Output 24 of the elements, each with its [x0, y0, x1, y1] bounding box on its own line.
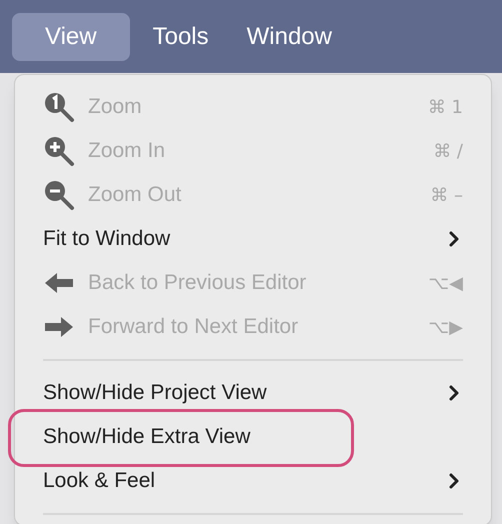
menu-bar-item[interactable]: Tools	[138, 12, 224, 60]
shortcut-label: ⌥◀	[428, 272, 463, 296]
menu-item-label: Back to Previous Editor	[88, 270, 306, 296]
shortcut-label: ⌘ /	[433, 140, 463, 164]
menu-item-label: Look & Feel	[43, 468, 156, 494]
zoom-in-icon	[43, 135, 75, 167]
menu-item-label: Zoom Out	[88, 182, 182, 208]
menu-item-label: Show/Hide Project View	[43, 380, 267, 406]
menu-item[interactable]: Show/Hide Project View	[43, 371, 463, 415]
zoom-out-icon	[43, 179, 75, 211]
menu-bar-item[interactable]: View	[12, 12, 130, 60]
menu-item-label: Show/Hide Extra View	[43, 424, 250, 450]
shortcut-label: ⌥▶	[428, 316, 463, 340]
menu-item[interactable]: Fit to Window	[43, 217, 463, 261]
menu-item[interactable]: Show/Hide Extra View	[43, 415, 463, 459]
shortcut-label: ⌘ –	[430, 184, 463, 208]
menu-bar-item[interactable]: Window	[232, 12, 347, 60]
menu-item-label: Forward to Next Editor	[88, 314, 298, 340]
zoom-actual-size-icon	[43, 91, 75, 123]
shortcut-label: ⌘ 1	[428, 96, 463, 120]
menu-item[interactable]: Look & Feel	[43, 459, 463, 503]
menu-item-label: Fit to Window	[43, 226, 170, 252]
menu-item-label: Zoom In	[88, 138, 166, 164]
menu-item-label: Zoom	[88, 94, 142, 120]
